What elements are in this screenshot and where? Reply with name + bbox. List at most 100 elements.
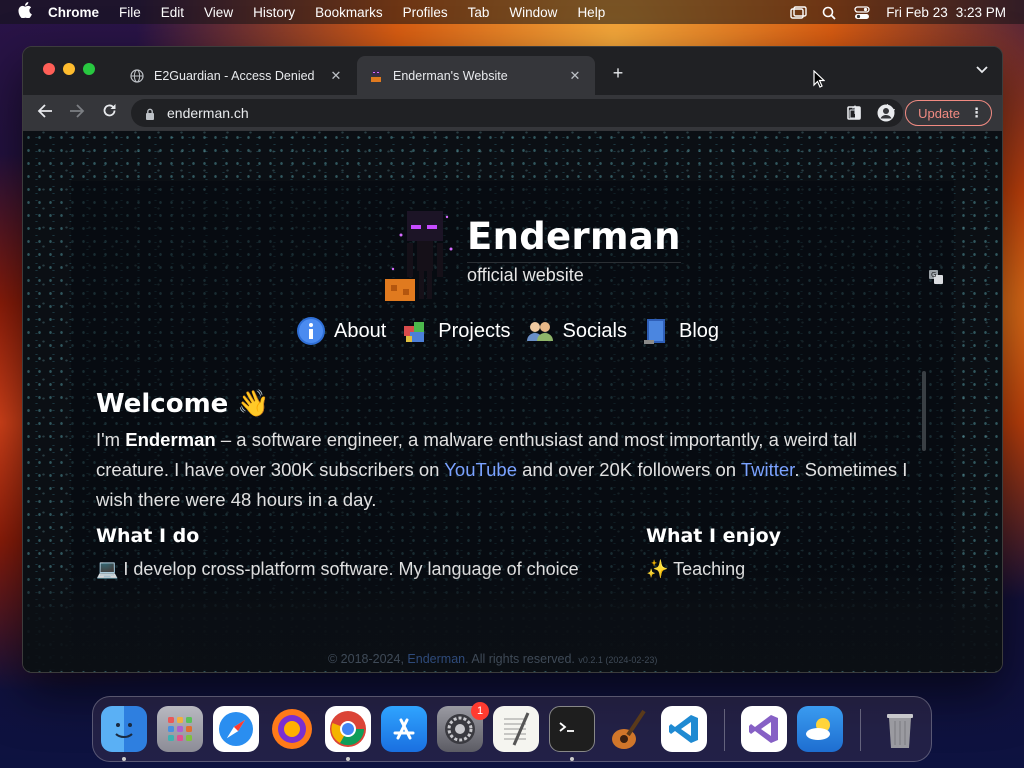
update-label: Update: [918, 105, 960, 121]
url-text: enderman.ch: [167, 105, 249, 121]
mouse-cursor-icon: [813, 69, 826, 88]
menu-window[interactable]: Window: [509, 5, 557, 20]
tab-e2guardian[interactable]: E2Guardian - Access Denied ✕: [118, 56, 356, 95]
nav-blog[interactable]: Blog: [641, 316, 719, 346]
new-tab-button[interactable]: +: [608, 63, 628, 84]
nav-about[interactable]: About: [296, 316, 386, 346]
welcome-heading: Welcome 👋: [96, 389, 270, 419]
intro-paragraph: I'm Enderman – a software engineer, a ma…: [96, 425, 926, 515]
finder-running-dot: [122, 757, 126, 761]
menu-app-name[interactable]: Chrome: [48, 5, 99, 20]
weather-icon[interactable]: [797, 706, 843, 752]
site-title: Enderman: [467, 215, 681, 258]
what-i-enjoy-heading: What I enjoy: [646, 525, 782, 547]
menu-bookmarks[interactable]: Bookmarks: [315, 5, 383, 20]
safari-icon[interactable]: [213, 706, 259, 752]
spotlight-search-icon[interactable]: [822, 6, 838, 20]
intro-text-1: I'm: [96, 429, 126, 450]
youtube-link[interactable]: YouTube: [444, 459, 517, 480]
menubar-time[interactable]: 3:23 PM: [956, 5, 1006, 20]
menubar-date[interactable]: Fri Feb 23: [886, 5, 948, 20]
content-scrollbar[interactable]: [922, 371, 926, 451]
people-icon: [525, 316, 555, 346]
back-button[interactable]: [29, 103, 61, 123]
window-controls: [43, 63, 95, 75]
tab-close-icon[interactable]: ✕: [567, 68, 583, 84]
forward-button[interactable]: [61, 103, 93, 123]
profile-avatar-icon[interactable]: [873, 99, 899, 127]
menu-file[interactable]: File: [119, 5, 141, 20]
svg-text:G: G: [931, 271, 936, 279]
blog-icon: [641, 316, 671, 346]
twitter-link[interactable]: Twitter: [741, 459, 794, 480]
finder-icon[interactable]: [101, 706, 147, 752]
dock-separator: [860, 709, 861, 751]
menu-view[interactable]: View: [204, 5, 233, 20]
terminal-icon[interactable]: [549, 706, 595, 752]
nav-socials[interactable]: Socials: [525, 316, 627, 346]
side-panel-icon[interactable]: [841, 99, 867, 127]
control-center-icon[interactable]: [854, 6, 870, 19]
nav-blog-label: Blog: [679, 319, 720, 342]
enderman-avatar[interactable]: [381, 205, 459, 303]
trash-icon[interactable]: [877, 706, 923, 752]
garageband-icon[interactable]: [605, 706, 651, 752]
more-menu-icon[interactable]: ⋮: [970, 105, 983, 121]
system-settings-icon[interactable]: 1: [437, 702, 489, 752]
dock: 1: [92, 696, 932, 762]
intro-text-3: and over 20K followers on: [516, 459, 741, 480]
web-page: G Enderman official website About Projec…: [23, 131, 1002, 672]
launchpad-icon[interactable]: [157, 706, 203, 752]
screen-mirroring-icon[interactable]: [790, 6, 807, 19]
reload-button[interactable]: [93, 103, 125, 123]
textedit-icon[interactable]: [493, 706, 539, 752]
site-nav: About Projects Socials Blog: [296, 316, 719, 346]
menu-history[interactable]: History: [253, 5, 295, 20]
globe-icon: [130, 68, 144, 83]
info-icon: [296, 316, 326, 346]
browser-window: E2Guardian - Access Denied ✕ Enderman's …: [22, 46, 1003, 673]
close-window-button[interactable]: [43, 63, 55, 75]
vscode-icon[interactable]: [661, 706, 707, 752]
site-icon: [369, 69, 383, 83]
chrome-icon[interactable]: [325, 706, 371, 752]
intro-name: Enderman: [125, 429, 216, 450]
nav-projects-label: Projects: [438, 319, 511, 342]
firefox-icon[interactable]: [269, 706, 315, 752]
terminal-running-dot: [570, 757, 574, 761]
menu-edit[interactable]: Edit: [161, 5, 184, 20]
update-button[interactable]: Update ⋮: [905, 100, 992, 126]
tab-bar: E2Guardian - Access Denied ✕ Enderman's …: [23, 47, 1002, 95]
projects-icon: [400, 316, 430, 346]
translate-icon[interactable]: G: [928, 269, 944, 285]
apple-menu-icon[interactable]: [18, 2, 34, 22]
tab-search-chevron-icon[interactable]: [976, 63, 988, 77]
tab-close-icon[interactable]: ✕: [328, 68, 344, 84]
tab-enderman[interactable]: Enderman's Website ✕: [357, 56, 595, 95]
site-title-block: Enderman official website: [467, 215, 681, 286]
footer-text-b: . All rights reserved.: [465, 652, 575, 666]
nav-about-label: About: [334, 319, 387, 342]
visual-studio-icon[interactable]: [741, 706, 787, 752]
lock-icon[interactable]: [145, 107, 155, 120]
footer-name-link[interactable]: Enderman: [407, 652, 465, 666]
menu-help[interactable]: Help: [577, 5, 605, 20]
menu-bar: Chrome File Edit View History Bookmarks …: [0, 0, 1024, 24]
nav-socials-label: Socials: [562, 319, 627, 342]
tab-title: Enderman's Website: [393, 68, 508, 83]
zoom-window-button[interactable]: [83, 63, 95, 75]
app-store-icon[interactable]: [381, 706, 427, 752]
site-header: Enderman official website: [381, 205, 681, 303]
menu-profiles[interactable]: Profiles: [403, 5, 448, 20]
browser-toolbar: enderman.ch Update ⋮: [23, 95, 1002, 131]
footer-text-a: © 2018-2024,: [328, 652, 408, 666]
address-bar[interactable]: enderman.ch: [131, 99, 903, 127]
dock-separator: [724, 709, 725, 751]
site-subtitle: official website: [467, 262, 681, 286]
tab-title: E2Guardian - Access Denied: [154, 68, 315, 83]
menu-tab[interactable]: Tab: [468, 5, 490, 20]
nav-projects[interactable]: Projects: [400, 316, 511, 346]
minimize-window-button[interactable]: [63, 63, 75, 75]
footer-version: v0.2.1 (2024-02-23): [578, 655, 658, 665]
settings-badge: 1: [471, 702, 489, 720]
